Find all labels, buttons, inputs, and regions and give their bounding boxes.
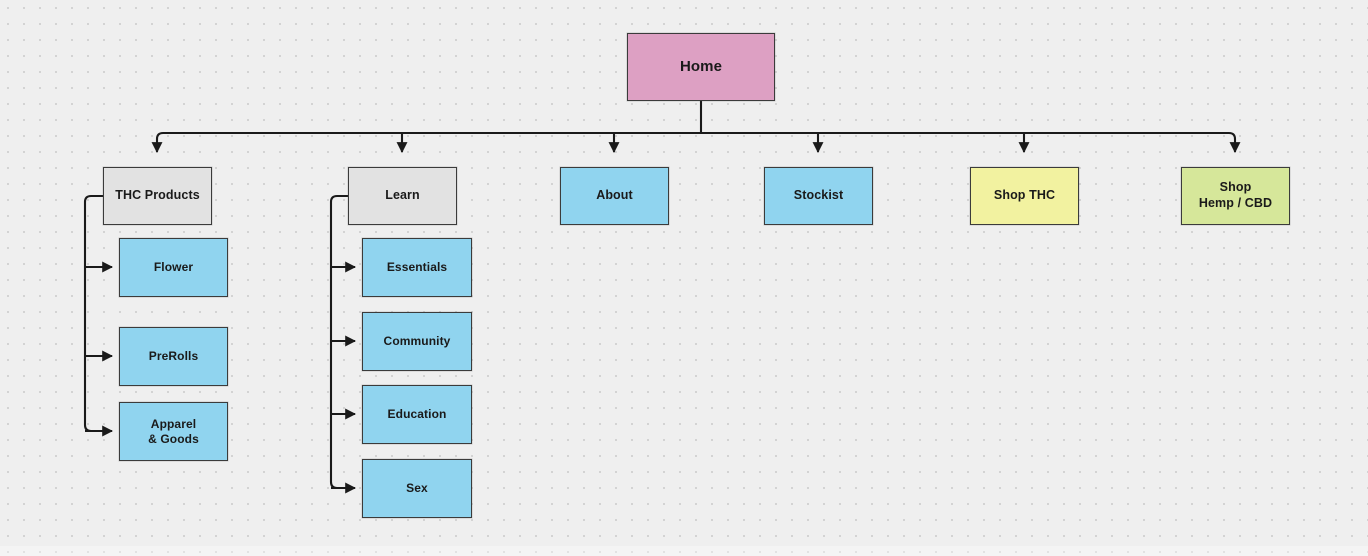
edge-thc-bus	[83, 194, 103, 433]
node-education[interactable]: Education	[362, 385, 472, 444]
node-shop-thc[interactable]: Shop THC	[970, 167, 1079, 225]
canvas-bottom-band	[0, 546, 1368, 556]
edge-bus-left	[151, 131, 701, 154]
node-thc-products[interactable]: THC Products	[103, 167, 212, 225]
edge-learn-bus	[329, 194, 348, 490]
node-learn[interactable]: Learn	[348, 167, 457, 225]
node-learn-label: Learn	[385, 188, 420, 203]
node-prerolls[interactable]: PreRolls	[119, 327, 228, 386]
node-essentials[interactable]: Essentials	[362, 238, 472, 297]
diagram-canvas: Home THC Products Learn About Stockist S…	[0, 0, 1368, 556]
node-flower-label: Flower	[153, 260, 194, 274]
node-sex-label: Sex	[406, 481, 428, 495]
edge-bus-right	[701, 131, 1241, 154]
node-flower[interactable]: Flower	[119, 238, 228, 297]
node-community[interactable]: Community	[362, 312, 472, 371]
node-about-label: About	[596, 188, 633, 203]
node-sex[interactable]: Sex	[362, 459, 472, 518]
node-shop-hemp-cbd[interactable]: Shop Hemp / CBD	[1181, 167, 1290, 225]
node-apparel-and-goods[interactable]: Apparel & Goods	[119, 402, 228, 461]
node-thc-products-label: THC Products	[115, 188, 200, 203]
node-stockist[interactable]: Stockist	[764, 167, 873, 225]
node-prerolls-label: PreRolls	[148, 349, 199, 363]
node-about[interactable]: About	[560, 167, 669, 225]
node-education-label: Education	[387, 407, 447, 421]
node-shop-hemp-cbd-label: Shop Hemp / CBD	[1198, 180, 1273, 210]
node-stockist-label: Stockist	[793, 188, 844, 203]
node-apparel-and-goods-label: Apparel & Goods	[148, 416, 199, 446]
node-community-label: Community	[383, 334, 451, 348]
node-shop-thc-label: Shop THC	[993, 188, 1056, 203]
node-home-label: Home	[679, 57, 723, 75]
node-home[interactable]: Home	[627, 33, 775, 101]
node-essentials-label: Essentials	[386, 260, 448, 274]
